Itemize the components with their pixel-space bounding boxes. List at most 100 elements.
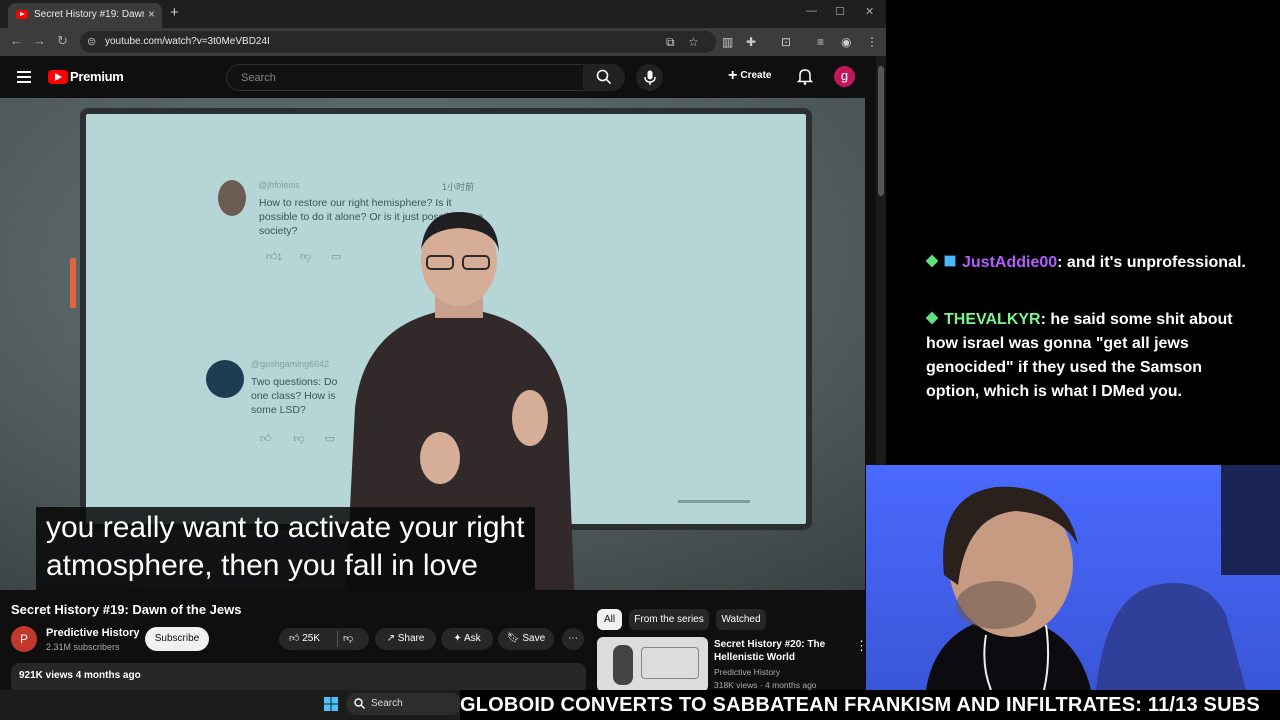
minimize-icon[interactable]: — <box>806 5 817 17</box>
url-text[interactable]: youtube.com/watch?v=3t0MeVBD24I <box>105 36 270 47</box>
windows-start-icon[interactable] <box>324 697 338 711</box>
share-label: Share <box>397 633 425 644</box>
subscribe-button[interactable]: Subscribe <box>145 627 209 651</box>
create-label: Create <box>740 70 772 81</box>
related-video-meta: 318K views · 4 months ago <box>714 680 817 690</box>
tab-active[interactable]: Secret History #19: Dawn of the × <box>8 3 162 28</box>
comment-actions-1: 👍︎1 👎︎ ▭ <box>266 250 342 263</box>
chat-username-2: THEVALKYR <box>944 311 1041 328</box>
chip-watched[interactable]: Watched <box>716 609 766 630</box>
video-title: Secret History #19: Dawn of the Jews <box>11 602 242 617</box>
related-video-thumbnail[interactable] <box>597 637 708 690</box>
chip-all[interactable]: All <box>597 609 622 630</box>
comment-handle-1: @jhfoleiss <box>258 180 300 190</box>
close-tab-icon[interactable]: × <box>148 7 155 21</box>
screenshot-icon[interactable]: ⊡ <box>781 35 791 49</box>
extensions-icon[interactable]: ✚ <box>746 35 756 49</box>
subtitle-line-1: you really want to activate your right <box>46 511 525 544</box>
share-icon: ↗ <box>386 633 395 644</box>
create-button[interactable]: + Create <box>728 67 771 87</box>
youtube-logo-icon[interactable] <box>48 70 68 84</box>
red-marker <box>70 258 76 308</box>
cube-badge-icon <box>944 255 956 267</box>
channel-subscriber-count: 2.31M subscribers <box>46 642 120 652</box>
search-input[interactable] <box>239 71 573 85</box>
thumbs-down-icon: 👎︎ <box>293 433 305 445</box>
taskbar-search[interactable]: Search <box>346 693 462 715</box>
stream-chat: JustAddie00: and it's unprofessional. TH… <box>886 0 1280 465</box>
thumbs-up-icon: 👍︎ <box>266 251 278 263</box>
youtube-header: Premium +Create g <box>0 56 876 98</box>
search-button[interactable] <box>583 64 625 91</box>
commenter-avatar-1 <box>218 180 246 216</box>
commenter-avatar-2 <box>206 360 244 398</box>
forward-icon[interactable]: → <box>33 33 46 48</box>
chip-from-the-series[interactable]: From the series <box>629 609 709 630</box>
comment-handle-2: @gushgaming6642 <box>251 359 330 369</box>
views-and-date: 921K views 4 months ago <box>19 670 141 681</box>
media-controls-icon[interactable]: ≡ <box>817 35 824 49</box>
chat-username-1: JustAddie00 <box>962 254 1058 271</box>
thumbnail-diagram <box>641 647 699 679</box>
bookmark-star-icon[interactable]: ☆ <box>688 35 699 49</box>
comment-actions-2: 👍︎ 👎︎ ▭ <box>260 432 335 445</box>
thumbs-down-icon: 👎︎ <box>343 633 354 644</box>
like-count: 25K <box>302 633 321 644</box>
thumbnail-figure <box>613 645 633 685</box>
youtube-premium-brand[interactable]: Premium <box>70 69 124 84</box>
account-avatar[interactable]: g <box>834 66 855 87</box>
chat-message-1: JustAddie00: and it's unprofessional. <box>925 251 1256 275</box>
reading-list-icon[interactable]: ▥ <box>722 35 733 49</box>
video-player[interactable]: @jhfoleiss 1小时前 How to restore our right… <box>0 98 865 590</box>
new-tab-button[interactable]: + <box>170 4 179 21</box>
like-divider <box>337 631 338 647</box>
tab-title: Secret History #19: Dawn of the <box>34 9 144 20</box>
ask-label: Ask <box>463 633 481 644</box>
related-video-title[interactable]: Secret History #20: The Hellenistic Worl… <box>714 638 844 664</box>
sparkle-icon: ✦ <box>453 633 462 644</box>
reload-icon[interactable]: ↻ <box>57 33 68 49</box>
site-info-icon[interactable]: ⊜ <box>87 35 96 48</box>
url-field[interactable]: ⊜ youtube.com/watch?v=3t0MeVBD24I <box>80 31 716 53</box>
bell-icon <box>796 69 814 85</box>
search-icon <box>354 698 365 709</box>
browser-menu-icon[interactable]: ⋮ <box>866 35 878 49</box>
streamer-figure <box>926 465 1280 690</box>
back-icon[interactable]: ← <box>10 33 23 48</box>
maximize-icon[interactable]: ☐ <box>835 5 845 18</box>
comment-likes-1: 1 <box>277 253 282 262</box>
bookmark-icon: 🔖︎ <box>506 633 520 644</box>
save-button[interactable]: 🔖︎ Save <box>498 628 554 650</box>
close-window-icon[interactable]: ✕ <box>865 5 874 18</box>
scrollbar-thumb[interactable] <box>878 66 884 196</box>
subtitle-line-2: atmosphere, then you fall in love <box>46 549 478 582</box>
channel-avatar[interactable]: P <box>11 626 37 652</box>
share-button[interactable]: ↗ Share <box>375 628 436 650</box>
chat-message-2: THEVALKYR: he said some shit about how i… <box>925 311 1233 400</box>
install-app-icon[interactable]: ⧉ <box>666 35 675 50</box>
address-bar-row: ← → ↻ ⊜ youtube.com/watch?v=3t0MeVBD24I … <box>0 28 886 56</box>
gem-badge-icon <box>925 311 939 325</box>
notifications-button[interactable] <box>796 68 814 90</box>
youtube-favicon-icon <box>16 10 28 19</box>
stream-ticker: GLOBOID CONVERTS TO SABBATEAN FRANKISM A… <box>460 690 1280 720</box>
description-box[interactable]: 921K views 4 months ago <box>11 663 586 690</box>
dislike-button[interactable]: 👎︎ <box>343 628 353 650</box>
like-button[interactable]: 👍︎ 25K <box>289 628 320 650</box>
ask-button[interactable]: ✦ Ask <box>441 628 493 650</box>
channel-name[interactable]: Predictive History <box>46 627 140 639</box>
more-actions-button[interactable]: ⋯ <box>562 628 584 650</box>
thumbs-up-icon: 👍︎ <box>260 433 272 445</box>
menu-icon[interactable] <box>17 71 31 86</box>
browser-window: Secret History #19: Dawn of the × + — ☐ … <box>0 0 886 690</box>
comment-time-1: 1小时前 <box>442 182 475 192</box>
voice-search-button[interactable] <box>636 64 663 91</box>
profile-icon[interactable]: ◉ <box>841 35 851 49</box>
video-subtitles: you really want to activate your right a… <box>36 507 535 590</box>
save-label: Save <box>522 633 546 644</box>
webcam-feed <box>866 465 1280 690</box>
related-video-channel[interactable]: Predictive History <box>714 667 780 677</box>
microphone-icon <box>644 70 656 85</box>
taskbar-search-label: Search <box>371 698 403 709</box>
like-dislike-group: 👍︎ 25K 👎︎ <box>279 628 369 650</box>
